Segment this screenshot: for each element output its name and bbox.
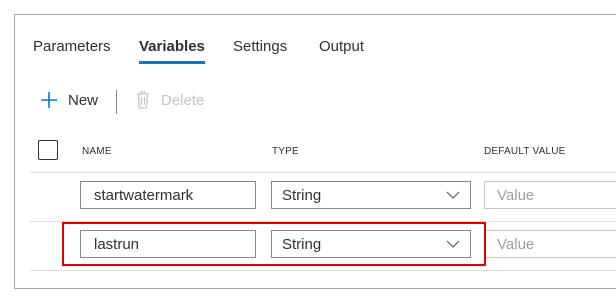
select-all-checkbox[interactable] [38, 140, 58, 160]
active-tab-indicator [139, 61, 205, 64]
chevron-down-icon [446, 240, 460, 248]
column-header-default-value: DEFAULT VALUE [484, 146, 566, 157]
plus-icon [40, 91, 58, 109]
row-divider [30, 270, 616, 271]
variable-name-input[interactable]: startwatermark [80, 181, 256, 209]
variable-type-value: String [282, 186, 322, 204]
tab-label: Parameters [33, 38, 111, 55]
default-value-placeholder: Value [497, 235, 535, 253]
tab-label: Settings [233, 38, 288, 55]
toolbar-divider [116, 90, 117, 114]
column-header-type: TYPE [272, 146, 299, 157]
chevron-down-icon [446, 191, 460, 199]
variable-name-input[interactable]: lastrun [80, 230, 256, 258]
new-button[interactable]: New [40, 91, 98, 109]
tab-output[interactable]: Output [319, 38, 364, 55]
tab-parameters[interactable]: Parameters [33, 38, 111, 55]
variable-name-value: startwatermark [94, 186, 194, 204]
variable-type-select[interactable]: String [271, 181, 471, 209]
row-divider [30, 221, 616, 222]
delete-button[interactable]: Delete [136, 91, 204, 109]
tab-variables[interactable]: Variables [139, 38, 205, 64]
column-header-name: NAME [82, 146, 112, 157]
variable-type-value: String [282, 235, 322, 253]
default-value-input[interactable]: Value [484, 181, 616, 209]
row-divider [30, 172, 616, 173]
variable-name-value: lastrun [94, 235, 140, 253]
new-button-label: New [68, 91, 99, 109]
tab-label: Output [319, 38, 365, 55]
variable-type-select[interactable]: String [271, 230, 471, 258]
delete-button-label: Delete [161, 91, 205, 109]
trash-icon [136, 91, 150, 109]
tab-settings[interactable]: Settings [233, 38, 287, 55]
default-value-placeholder: Value [497, 186, 535, 204]
default-value-input[interactable]: Value [484, 230, 616, 258]
tab-label: Variables [139, 38, 205, 55]
